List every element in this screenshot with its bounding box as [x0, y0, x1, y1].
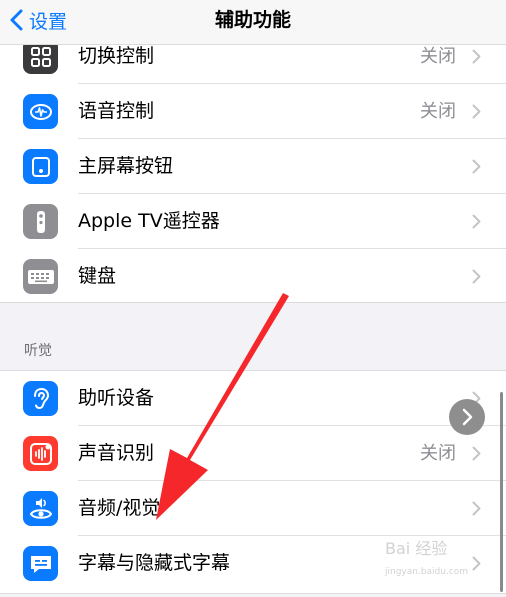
voice-control-icon: [23, 94, 58, 129]
row-audio-visual[interactable]: 音频/视觉: [0, 481, 506, 536]
watermark-sub: jingyan.baidu.com: [385, 567, 469, 577]
row-label: 助听设备: [78, 387, 155, 409]
row-label: 声音识别: [78, 442, 155, 464]
chevron-right-icon: [472, 159, 481, 174]
chevron-right-icon: [472, 446, 481, 461]
watermark: Bai 经验 jingyan.baidu.com: [385, 535, 468, 577]
settings-group-interaction: 切换控制 关闭 语音控制 关闭 主屏幕按钮 Apple TV遥控器 键盘: [0, 28, 506, 303]
home-button-icon: [23, 149, 58, 184]
chevron-right-icon: [462, 408, 473, 426]
chevron-right-icon: [472, 269, 481, 284]
audio-visual-icon: [23, 491, 58, 526]
tv-remote-icon: [23, 204, 58, 239]
subtitles-icon: [23, 546, 58, 581]
row-sound-recognition[interactable]: 声音识别 关闭: [0, 426, 506, 481]
hearing-aid-icon: [23, 381, 58, 416]
sound-recognition-icon: [23, 436, 58, 471]
row-hearing-devices[interactable]: 助听设备: [0, 371, 506, 426]
row-apple-tv-remote[interactable]: Apple TV遥控器: [0, 194, 506, 249]
settings-group-hearing: 助听设备 声音识别 关闭 音频/视觉 字幕与隐藏式字幕: [0, 370, 506, 594]
row-value: 关闭: [420, 443, 456, 464]
row-label: 音频/视觉: [78, 497, 161, 519]
section-header-hearing: 听觉: [24, 343, 52, 359]
scrollbar[interactable]: [500, 392, 503, 592]
row-label: 主屏幕按钮: [78, 155, 174, 177]
chevron-right-icon: [472, 104, 481, 119]
row-home-button[interactable]: 主屏幕按钮: [0, 139, 506, 194]
chevron-right-icon: [472, 501, 481, 516]
chevron-right-icon: [472, 214, 481, 229]
row-label: Apple TV遥控器: [78, 210, 220, 232]
chevron-right-icon: [472, 556, 481, 571]
keyboard-icon: [23, 259, 58, 294]
watermark-text: Bai 经验: [385, 539, 448, 558]
row-label: 键盘: [78, 265, 117, 287]
row-label: 语音控制: [78, 100, 155, 122]
page-title: 辅助功能: [214, 9, 291, 31]
row-label: 字幕与隐藏式字幕: [78, 552, 231, 574]
floating-next-button[interactable]: [449, 399, 485, 435]
row-voice-control[interactable]: 语音控制 关闭: [0, 84, 506, 139]
chevron-right-icon: [472, 49, 481, 64]
row-keyboard[interactable]: 键盘: [0, 249, 506, 304]
navigation-bar: 设置 辅助功能: [0, 0, 506, 45]
row-value: 关闭: [420, 101, 456, 122]
